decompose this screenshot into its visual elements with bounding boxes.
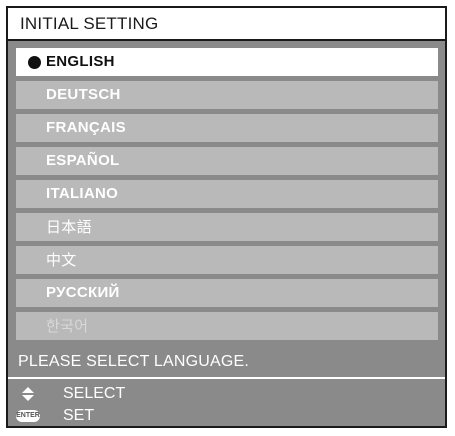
language-label: 中文 bbox=[46, 251, 77, 269]
set-hint-label: SET bbox=[63, 407, 95, 424]
language-label: ITALIANO bbox=[46, 185, 119, 202]
select-hint-label: SELECT bbox=[63, 385, 126, 402]
instruction-message: PLEASE SELECT LANGUAGE. bbox=[18, 353, 250, 370]
language-label: 한국어 bbox=[46, 317, 89, 335]
language-item-francais[interactable]: FRANÇAIS bbox=[16, 114, 438, 142]
language-label: DEUTSCH bbox=[46, 86, 121, 103]
initial-setting-dialog: INITIAL SETTING ENGLISH DEUTSCH FRANÇAIS… bbox=[6, 6, 447, 428]
divider bbox=[8, 377, 445, 379]
language-item-japanese[interactable]: 日本語 bbox=[16, 213, 438, 241]
language-list: ENGLISH DEUTSCH FRANÇAIS ESPAÑOL ITALIAN… bbox=[8, 41, 445, 347]
language-label: ESPAÑOL bbox=[46, 152, 120, 169]
select-hint: SELECT bbox=[8, 383, 445, 405]
bullet-dot-icon bbox=[28, 56, 41, 69]
language-item-espanol[interactable]: ESPAÑOL bbox=[16, 147, 438, 175]
set-hint: ENTER SET bbox=[8, 405, 445, 427]
language-item-english[interactable]: ENGLISH bbox=[16, 48, 438, 76]
up-down-arrows-icon bbox=[22, 387, 34, 401]
language-item-chinese[interactable]: 中文 bbox=[16, 246, 438, 274]
guide-panel: PLEASE SELECT LANGUAGE. SELECT ENTER SET bbox=[8, 347, 445, 426]
language-item-russian[interactable]: РУССКИЙ bbox=[16, 279, 438, 307]
enter-key-icon: ENTER bbox=[16, 410, 40, 422]
language-label: ENGLISH bbox=[46, 53, 115, 70]
language-label: 日本語 bbox=[46, 218, 92, 236]
language-item-deutsch[interactable]: DEUTSCH bbox=[16, 81, 438, 109]
language-item-italiano[interactable]: ITALIANO bbox=[16, 180, 438, 208]
language-label: РУССКИЙ bbox=[46, 284, 120, 301]
language-item-korean[interactable]: 한국어 bbox=[16, 312, 438, 340]
dialog-title: INITIAL SETTING bbox=[8, 8, 445, 41]
language-label: FRANÇAIS bbox=[46, 119, 126, 136]
